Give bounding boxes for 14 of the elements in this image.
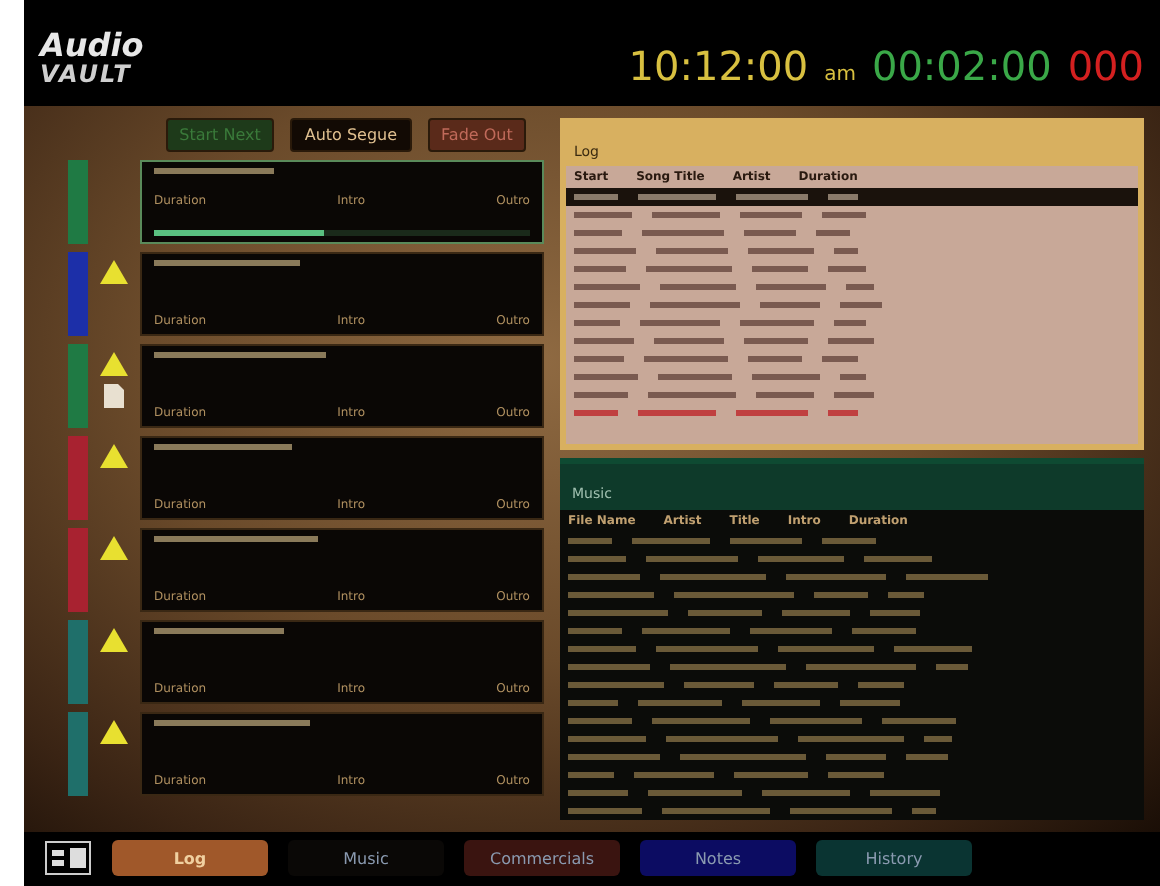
tab[interactable]: Music xyxy=(288,840,444,877)
clock: 10:12:00 xyxy=(628,41,809,90)
tab[interactable]: Log xyxy=(112,840,268,877)
layout-icon[interactable] xyxy=(44,840,92,877)
tab[interactable]: Commercials xyxy=(464,840,620,877)
logo-text: Audio xyxy=(40,29,144,62)
control-button[interactable]: Auto Segue xyxy=(290,117,412,152)
counter: 000 xyxy=(1067,41,1144,90)
log-row[interactable] xyxy=(566,187,1138,206)
clock-suffix: am xyxy=(824,63,856,86)
countdown: 00:02:00 xyxy=(871,41,1052,90)
tab[interactable]: History xyxy=(816,840,972,877)
tab[interactable]: Notes xyxy=(640,840,796,877)
logo-text: VAULT xyxy=(40,61,134,86)
